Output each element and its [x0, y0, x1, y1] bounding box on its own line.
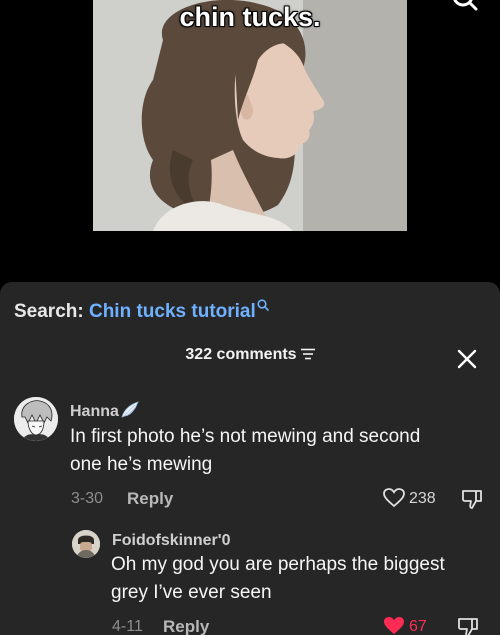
- like-count: 67: [409, 618, 427, 635]
- search-icon[interactable]: [450, 0, 480, 16]
- comment-date: 4-11: [112, 618, 143, 635]
- close-icon[interactable]: [456, 348, 478, 370]
- comment-date: 3-30: [71, 490, 104, 507]
- filter-icon[interactable]: [300, 348, 315, 360]
- heart-icon: [383, 488, 405, 508]
- avatar[interactable]: [14, 397, 58, 441]
- search-suggestion[interactable]: Search: Chin tucks tutorial: [14, 299, 269, 323]
- video-thumbnail: chin tucks.: [93, 0, 407, 231]
- reply-button[interactable]: Reply: [163, 617, 209, 635]
- comments-count: 322 comments: [185, 346, 297, 363]
- reply-button[interactable]: Reply: [127, 489, 173, 509]
- author-name: Hanna: [70, 403, 119, 420]
- heart-icon: [384, 617, 404, 634]
- search-label: Search:: [14, 301, 84, 322]
- video-caption: chin tucks.: [179, 2, 321, 32]
- comment-author[interactable]: Foidofskinner'0: [112, 532, 230, 550]
- comments-panel: Search: Chin tucks tutorial 322 comments: [0, 282, 500, 635]
- search-icon: [257, 299, 269, 311]
- video-player[interactable]: chin tucks.: [0, 0, 500, 282]
- like-count: 238: [409, 490, 436, 507]
- like-button[interactable]: 238: [383, 488, 436, 508]
- like-button[interactable]: 67: [383, 616, 427, 635]
- comment-author[interactable]: Hanna: [70, 401, 140, 421]
- dislike-icon[interactable]: [460, 487, 484, 511]
- comment-text-line: Oh my god you are perhaps the biggest: [111, 554, 445, 575]
- dislike-icon[interactable]: [456, 615, 480, 635]
- avatar[interactable]: [72, 530, 100, 558]
- comments-count-header[interactable]: 322 comments: [0, 346, 500, 370]
- comment-text-line: In first photo he’s not mewing and secon…: [70, 426, 421, 447]
- comment-text-line: grey I’ve ever seen: [111, 582, 272, 603]
- comment-text-line: one he’s mewing: [70, 454, 213, 475]
- search-query-link[interactable]: Chin tucks tutorial: [89, 301, 256, 322]
- angel-wing-icon: [121, 401, 139, 418]
- tiktok-comments-screen: chin tucks. Search: Chin tucks tutorial …: [0, 0, 500, 635]
